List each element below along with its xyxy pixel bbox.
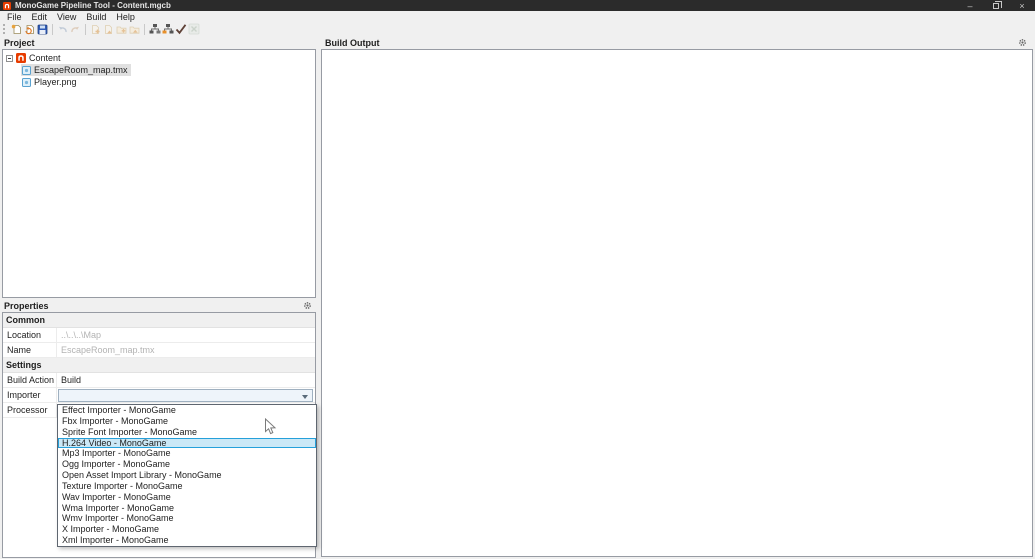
content-file-icon bbox=[22, 77, 31, 87]
project-tree: Content EscapeRoom_map.tmx Player.png bbox=[3, 50, 315, 88]
add-existing-item-icon[interactable] bbox=[102, 23, 115, 36]
properties-header: Properties bbox=[0, 299, 318, 312]
property-row-name: Name EscapeRoom_map.tmx bbox=[3, 343, 315, 358]
name-value: EscapeRoom_map.tmx bbox=[61, 345, 155, 355]
save-icon[interactable] bbox=[36, 23, 49, 36]
dropdown-item[interactable]: Wmv Importer - MonoGame bbox=[58, 513, 316, 524]
build-output-panel bbox=[321, 49, 1033, 557]
importer-value-cell bbox=[57, 388, 315, 402]
tree-item-label: Player.png bbox=[34, 77, 77, 87]
toolbar bbox=[0, 22, 1035, 36]
property-label: Build Action bbox=[3, 373, 57, 387]
dropdown-item[interactable]: Xml Importer - MonoGame bbox=[58, 535, 316, 546]
toolbar-grip bbox=[3, 24, 7, 34]
restore-button[interactable] bbox=[983, 0, 1009, 11]
build-output-settings-gear-icon[interactable] bbox=[1018, 38, 1027, 47]
properties-title: Properties bbox=[4, 300, 49, 311]
toolbar-separator bbox=[52, 23, 53, 35]
dropdown-item[interactable]: Ogg Importer - MonoGame bbox=[58, 459, 316, 470]
minimize-button[interactable]: – bbox=[957, 0, 983, 11]
build-output-title: Build Output bbox=[325, 37, 380, 48]
restore-icon bbox=[993, 0, 1002, 9]
tree-item-escaperoom-map[interactable]: EscapeRoom_map.tmx bbox=[3, 64, 315, 76]
dropdown-item[interactable]: Texture Importer - MonoGame bbox=[58, 481, 316, 492]
undo-icon[interactable] bbox=[56, 23, 69, 36]
location-value: ..\..\..\Map bbox=[61, 330, 102, 340]
clean-icon[interactable] bbox=[174, 23, 187, 36]
redo-icon[interactable] bbox=[69, 23, 82, 36]
monogame-logo-icon bbox=[3, 1, 11, 10]
importer-combobox[interactable] bbox=[58, 389, 313, 402]
dropdown-item[interactable]: Sprite Font Importer - MonoGame bbox=[58, 427, 316, 438]
dropdown-item-selected[interactable]: H.264 Video - MonoGame bbox=[58, 437, 316, 449]
dropdown-item[interactable]: Effect Importer - MonoGame bbox=[58, 405, 316, 416]
minimize-icon: – bbox=[967, 0, 973, 11]
menu-bar: File Edit View Build Help bbox=[0, 11, 1035, 22]
section-header-common: Common bbox=[3, 313, 315, 328]
properties-settings-gear-icon[interactable] bbox=[303, 301, 312, 310]
section-title: Settings bbox=[6, 360, 42, 370]
add-new-item-icon[interactable] bbox=[89, 23, 102, 36]
build-action-value[interactable]: Build bbox=[57, 373, 315, 387]
title-bar: MonoGame Pipeline Tool - Content.mgcb – … bbox=[0, 0, 1035, 11]
tree-item-label: Content bbox=[29, 53, 61, 63]
property-label: Location bbox=[3, 328, 57, 342]
property-label: Importer bbox=[3, 388, 57, 402]
toolbar-separator bbox=[144, 23, 145, 35]
menu-help[interactable]: Help bbox=[111, 11, 140, 22]
toolbar-separator bbox=[85, 23, 86, 35]
monogame-content-icon bbox=[16, 53, 26, 63]
dropdown-item[interactable]: Wma Importer - MonoGame bbox=[58, 503, 316, 514]
collapse-expander-icon[interactable] bbox=[6, 54, 13, 62]
build-output-header: Build Output bbox=[321, 36, 1033, 49]
selected-tree-item: EscapeRoom_map.tmx bbox=[21, 64, 131, 76]
importer-dropdown-list: Effect Importer - MonoGame Fbx Importer … bbox=[57, 404, 317, 547]
project-panel-header: Project bbox=[0, 36, 318, 49]
menu-edit[interactable]: Edit bbox=[27, 11, 53, 22]
cancel-build-icon[interactable] bbox=[187, 23, 200, 36]
add-new-folder-icon[interactable] bbox=[115, 23, 128, 36]
dropdown-item[interactable]: Open Asset Import Library - MonoGame bbox=[58, 470, 316, 481]
new-project-icon[interactable] bbox=[10, 23, 23, 36]
menu-view[interactable]: View bbox=[52, 11, 81, 22]
rebuild-icon[interactable] bbox=[161, 23, 174, 36]
tree-item-label: EscapeRoom_map.tmx bbox=[34, 65, 128, 75]
property-row-location: Location ..\..\..\Map bbox=[3, 328, 315, 343]
project-tree-panel: Content EscapeRoom_map.tmx Player.png bbox=[2, 49, 316, 298]
menu-file[interactable]: File bbox=[2, 11, 27, 22]
content-file-icon bbox=[22, 65, 31, 75]
property-row-importer: Importer bbox=[3, 388, 315, 403]
tree-item-player-png[interactable]: Player.png bbox=[3, 76, 315, 88]
property-label: Name bbox=[3, 343, 57, 357]
chevron-down-icon bbox=[302, 395, 308, 399]
window-title: MonoGame Pipeline Tool - Content.mgcb bbox=[15, 1, 171, 10]
tree-item-content-root[interactable]: Content bbox=[3, 52, 315, 64]
dropdown-item[interactable]: Wav Importer - MonoGame bbox=[58, 492, 316, 503]
import-project-icon[interactable] bbox=[23, 23, 36, 36]
property-row-build-action: Build Action Build bbox=[3, 373, 315, 388]
dropdown-item[interactable]: Fbx Importer - MonoGame bbox=[58, 416, 316, 427]
build-icon[interactable] bbox=[148, 23, 161, 36]
project-panel-title: Project bbox=[4, 37, 35, 48]
menu-build[interactable]: Build bbox=[81, 11, 111, 22]
close-icon: × bbox=[1019, 0, 1025, 11]
dropdown-item[interactable]: Mp3 Importer - MonoGame bbox=[58, 448, 316, 459]
property-label: Processor bbox=[3, 403, 57, 417]
section-title: Common bbox=[6, 315, 45, 325]
dropdown-item[interactable]: X Importer - MonoGame bbox=[58, 524, 316, 535]
close-button[interactable]: × bbox=[1009, 0, 1035, 11]
add-existing-folder-icon[interactable] bbox=[128, 23, 141, 36]
section-header-settings: Settings bbox=[3, 358, 315, 373]
